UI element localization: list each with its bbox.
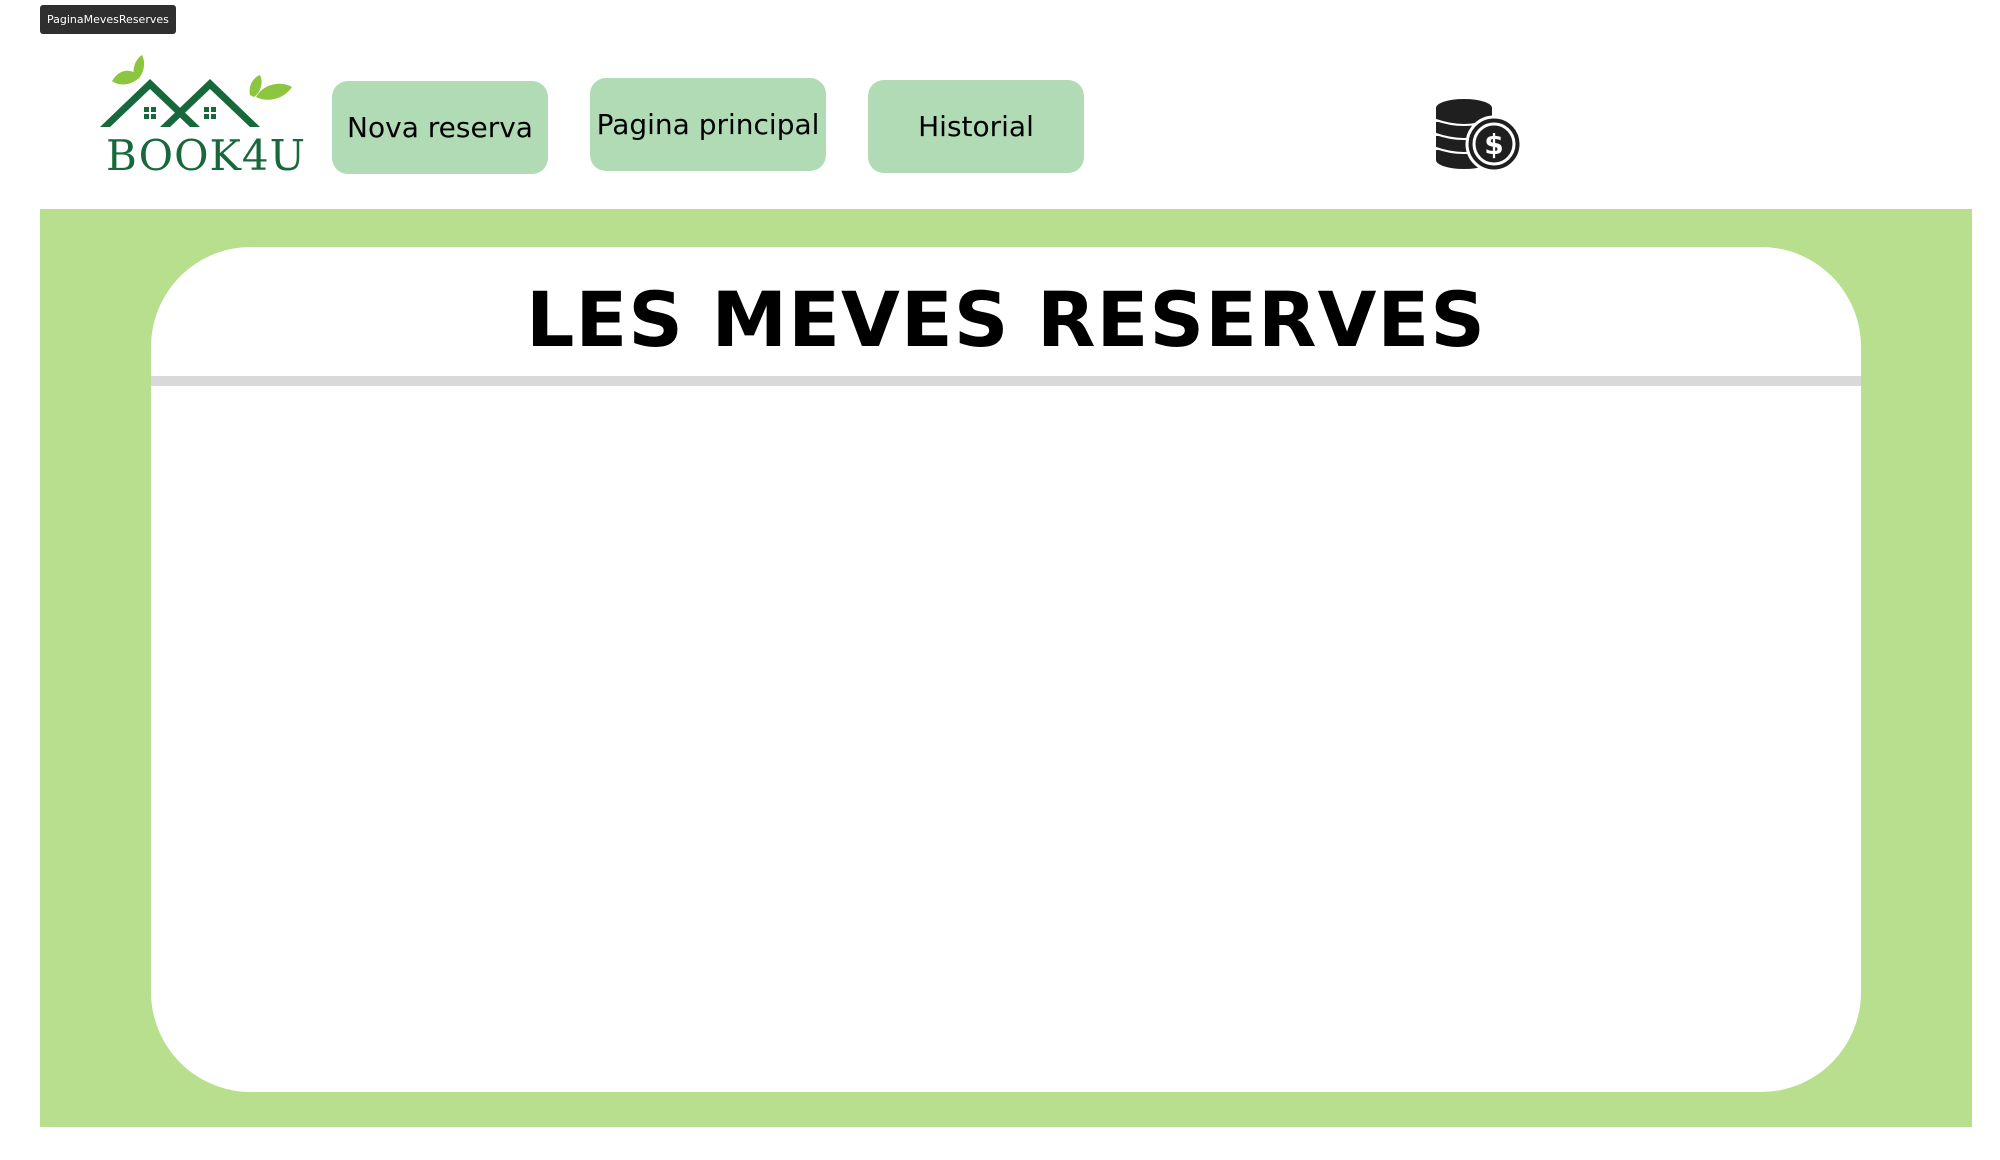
title-divider	[151, 376, 1861, 386]
svg-text:$: $	[1484, 128, 1503, 161]
nova-reserva-button[interactable]: Nova reserva	[332, 81, 548, 174]
frame-label: PaginaMevesReserves	[40, 5, 176, 34]
coins-dollar-icon: $	[1435, 99, 1523, 173]
reservations-list	[151, 386, 1861, 1092]
page-title: LES MEVES RESERVES	[525, 275, 1487, 364]
main-stage: LES MEVES RESERVES	[40, 209, 1972, 1127]
historial-button[interactable]: Historial	[868, 80, 1084, 173]
houses-with-leaves-logo-icon	[100, 55, 292, 127]
logo-text: BOOK4U	[106, 131, 307, 180]
pagina-principal-button[interactable]: Pagina principal	[590, 78, 826, 171]
reservations-card: LES MEVES RESERVES	[151, 247, 1861, 1092]
wallet-button[interactable]: $	[1434, 98, 1524, 174]
book4u-logo[interactable]: BOOK4U	[98, 55, 307, 185]
